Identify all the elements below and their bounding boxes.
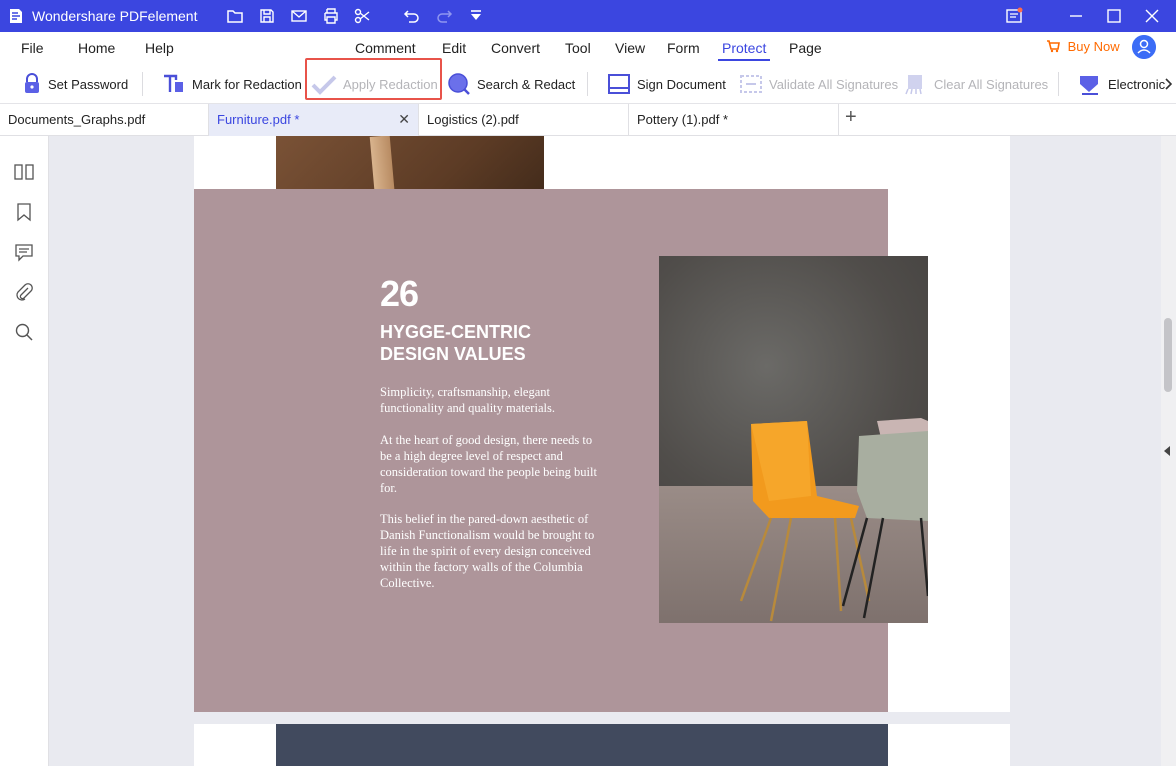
mark-for-redaction-button[interactable]: Mark for Redaction — [162, 64, 302, 104]
comment-icon[interactable] — [14, 242, 34, 262]
app-logo-icon — [10, 9, 22, 23]
user-avatar-icon[interactable] — [1132, 35, 1156, 59]
undo-icon[interactable] — [403, 7, 421, 25]
set-password-label: Set Password — [48, 76, 129, 92]
menu-bar: File Home Help Comment Edit Convert Tool… — [0, 32, 1176, 64]
quick-access-dropdown-icon[interactable] — [467, 7, 485, 25]
electronic-signature-button[interactable]: Electronic — [1078, 64, 1165, 104]
redo-icon[interactable] — [435, 7, 453, 25]
thumbnails-icon[interactable] — [14, 162, 34, 182]
menu-comment[interactable]: Comment — [355, 40, 416, 56]
menu-help[interactable]: Help — [145, 40, 174, 56]
document-tab-bar: Documents_Graphs.pdf Furniture.pdf * ✕ L… — [0, 104, 1176, 136]
heading-line-1: HYGGE-CENTRIC — [380, 322, 532, 342]
electronic-signature-icon — [1080, 76, 1098, 95]
sign-document-label: Sign Document — [637, 76, 726, 92]
attachment-icon[interactable] — [14, 282, 34, 302]
validate-all-signatures-label: Validate All Signatures — [769, 76, 899, 92]
tab-label: Documents_Graphs.pdf — [8, 112, 146, 127]
toolbar-scroll-right-icon[interactable] — [1164, 78, 1172, 90]
active-menu-indicator — [718, 59, 770, 61]
toolbar-divider — [142, 72, 143, 96]
menu-tool[interactable]: Tool — [565, 40, 591, 56]
validate-all-signatures-button[interactable]: Validate All Signatures — [739, 64, 898, 104]
tab-label: Furniture.pdf * — [217, 112, 300, 127]
set-password-button[interactable]: Set Password — [22, 64, 128, 104]
tab-furniture[interactable]: Furniture.pdf * ✕ — [209, 104, 419, 136]
search-redact-icon — [448, 73, 470, 95]
paragraph-1: Simplicity, craftsmanship, elegant funct… — [380, 385, 555, 415]
menu-edit[interactable]: Edit — [442, 40, 466, 56]
toolbar-divider — [1058, 72, 1059, 96]
signature-icon — [608, 74, 630, 94]
email-icon[interactable] — [290, 7, 308, 25]
search-icon[interactable] — [14, 322, 34, 342]
search-and-redact-button[interactable]: Search & Redact — [447, 64, 575, 104]
expand-right-panel-icon[interactable] — [1164, 446, 1170, 456]
buy-now-link[interactable]: Buy Now — [1046, 39, 1120, 54]
notification-icon[interactable] — [1004, 6, 1024, 26]
close-window-icon[interactable] — [1142, 6, 1162, 26]
paragraph-2: At the heart of good design, there needs… — [380, 433, 597, 495]
lock-icon — [25, 73, 39, 93]
clear-all-signatures-button[interactable]: Clear All Signatures — [904, 64, 1048, 104]
clear-all-signatures-label: Clear All Signatures — [934, 76, 1049, 92]
heading-line-2: DESIGN VALUES — [380, 344, 526, 364]
print-icon[interactable] — [322, 7, 340, 25]
electronic-signature-label: Electronic — [1108, 76, 1166, 92]
redaction-mark-icon — [164, 74, 183, 92]
chairs-illustration — [739, 418, 928, 622]
bookmark-icon[interactable] — [14, 202, 34, 222]
scissors-icon[interactable] — [353, 7, 371, 25]
menu-protect[interactable]: Protect — [722, 40, 766, 56]
add-tab-icon[interactable]: + — [845, 106, 857, 129]
menu-page[interactable]: Page — [789, 40, 822, 56]
search-and-redact-label: Search & Redact — [477, 76, 576, 92]
validate-signature-icon — [740, 75, 762, 93]
sign-document-button[interactable]: Sign Document — [607, 64, 726, 104]
clear-signatures-icon — [905, 75, 922, 95]
page-2-header-block — [276, 724, 888, 766]
app-title: Wondershare PDFelement — [32, 8, 198, 24]
scrollbar-thumb[interactable] — [1164, 318, 1172, 392]
paragraph-3: This belief in the pared-down aesthetic … — [380, 512, 595, 590]
cart-icon — [1047, 40, 1060, 53]
save-icon[interactable] — [258, 7, 276, 25]
minimize-icon[interactable] — [1066, 6, 1086, 26]
buy-now-label: Buy Now — [1067, 39, 1120, 54]
protect-toolbar: Set Password Mark for Redaction Apply Re… — [0, 64, 1176, 104]
title-bar: Wondershare PDFelement — [0, 0, 1176, 32]
left-panel-rail — [0, 136, 49, 766]
tab-label: Pottery (1).pdf * — [637, 112, 729, 127]
tab-documents-graphs[interactable]: Documents_Graphs.pdf — [0, 104, 209, 136]
maximize-icon[interactable] — [1104, 6, 1124, 26]
menu-form[interactable]: Form — [667, 40, 700, 56]
tab-pottery[interactable]: Pottery (1).pdf * — [629, 104, 839, 136]
apply-redaction-highlight — [305, 58, 442, 100]
menu-file[interactable]: File — [21, 40, 44, 56]
section-heading: HYGGE-CENTRIC DESIGN VALUES — [380, 321, 580, 365]
chair-photo — [659, 256, 928, 623]
toolbar-divider — [587, 72, 588, 96]
menu-home[interactable]: Home — [78, 40, 115, 56]
tab-logistics[interactable]: Logistics (2).pdf — [419, 104, 629, 136]
mark-for-redaction-label: Mark for Redaction — [192, 76, 302, 92]
close-tab-icon[interactable]: ✕ — [398, 111, 410, 128]
section-number: 26 — [380, 273, 419, 314]
document-viewer: 26 HYGGE-CENTRIC DESIGN VALUES Simplicit… — [49, 136, 1161, 766]
menu-convert[interactable]: Convert — [491, 40, 540, 56]
menu-view[interactable]: View — [615, 40, 645, 56]
tab-label: Logistics (2).pdf — [427, 112, 519, 127]
open-folder-icon[interactable] — [226, 7, 244, 25]
